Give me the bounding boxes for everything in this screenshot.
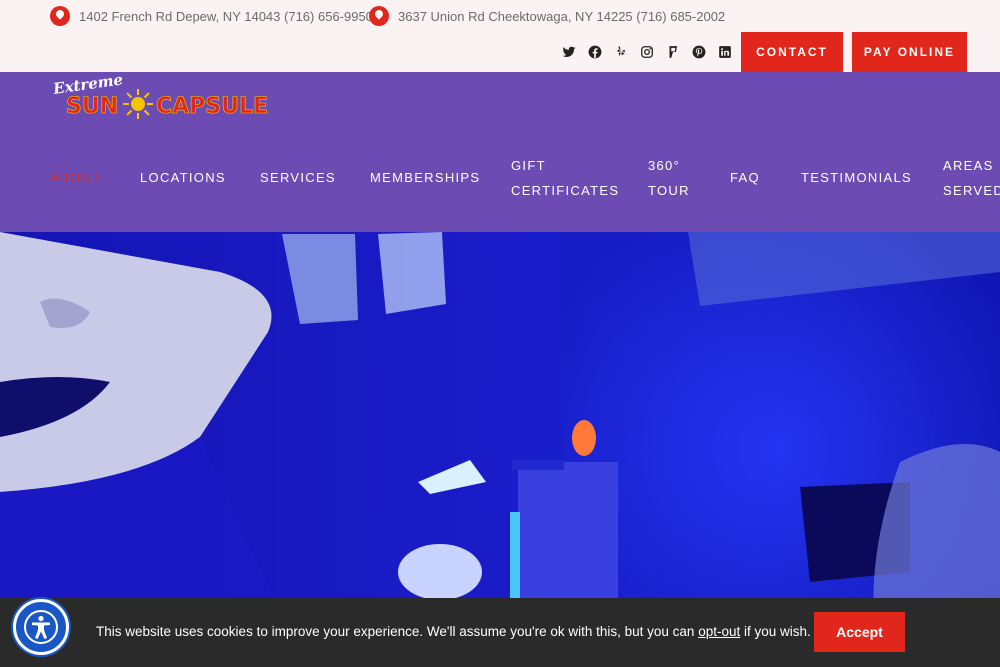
nav-testimonials-label: TESTIMONIALS	[801, 170, 912, 185]
nav-gift-label-1: GIFT	[511, 158, 546, 173]
site-logo[interactable]: Extreme SUN CAPSULE	[51, 70, 282, 126]
nav-faq[interactable]: FAQ	[730, 165, 760, 190]
cookie-message: This website uses cookies to improve you…	[96, 624, 811, 639]
logo-word-capsule: CAPSULE	[156, 94, 268, 119]
nav-memberships[interactable]: MEMBERSHIPS	[370, 165, 480, 190]
nav-tour-label-2: TOUR	[648, 183, 690, 198]
linkedin-icon[interactable]	[716, 44, 734, 60]
twitter-icon[interactable]	[560, 44, 578, 60]
facebook-icon[interactable]	[586, 44, 604, 60]
pinterest-icon[interactable]	[690, 44, 708, 60]
nav-gift-label-2: CERTIFICATES	[511, 183, 620, 198]
nav-about[interactable]: ABOUT	[50, 165, 101, 190]
top-bar: 1402 French Rd Depew, NY 14043 (716) 656…	[0, 0, 1000, 72]
instagram-icon[interactable]	[638, 44, 656, 60]
nav-areas-served[interactable]: AREAS SERVED	[943, 153, 1000, 203]
cookie-text-before: This website uses cookies to improve you…	[96, 624, 699, 639]
address-cheektowaga[interactable]: 3637 Union Rd Cheektowaga, NY 14225 (716…	[369, 6, 725, 26]
map-pin-icon	[369, 6, 389, 26]
accept-cookies-button[interactable]: Accept	[814, 612, 905, 652]
sun-icon	[123, 89, 153, 119]
cookie-banner: This website uses cookies to improve you…	[0, 598, 1000, 667]
yelp-icon[interactable]	[612, 44, 630, 60]
nav-locations-label: LOCATIONS	[140, 170, 226, 185]
nav-memberships-label: MEMBERSHIPS	[370, 170, 481, 185]
nav-services-label: SERVICES	[260, 170, 336, 185]
opt-out-link[interactable]: opt-out	[698, 624, 740, 639]
contact-button[interactable]: CONTACT	[741, 32, 843, 72]
address-depew-text: 1402 French Rd Depew, NY 14043 (716) 656…	[79, 8, 373, 24]
nav-about-label: ABOUT	[50, 170, 102, 185]
nav-gift-certificates[interactable]: GIFT CERTIFICATES	[511, 153, 619, 203]
social-links	[560, 44, 734, 60]
foursquare-icon[interactable]	[664, 44, 682, 60]
main-navigation: Extreme SUN CAPSULE ABOUT LOCATIONS SERV…	[0, 70, 1000, 232]
address-depew[interactable]: 1402 French Rd Depew, NY 14043 (716) 656…	[50, 6, 373, 26]
nav-tour-label-1: 360°	[648, 158, 681, 173]
nav-testimonials[interactable]: TESTIMONIALS	[801, 165, 912, 190]
logo-word-sun: SUN	[66, 94, 118, 119]
nav-services[interactable]: SERVICES	[260, 165, 336, 190]
address-cheektowaga-text: 3637 Union Rd Cheektowaga, NY 14225 (716…	[398, 8, 726, 24]
map-pin-icon	[50, 6, 70, 26]
cookie-text-after: if you wish.	[740, 624, 811, 639]
nav-faq-label: FAQ	[730, 170, 760, 185]
nav-360-tour[interactable]: 360° TOUR	[648, 153, 690, 203]
nav-areas-label-1: AREAS	[943, 158, 994, 173]
pay-online-button[interactable]: PAY ONLINE	[852, 32, 967, 72]
accessibility-icon[interactable]	[13, 599, 69, 655]
nav-areas-label-2: SERVED	[943, 183, 1000, 198]
nav-locations[interactable]: LOCATIONS	[140, 165, 226, 190]
